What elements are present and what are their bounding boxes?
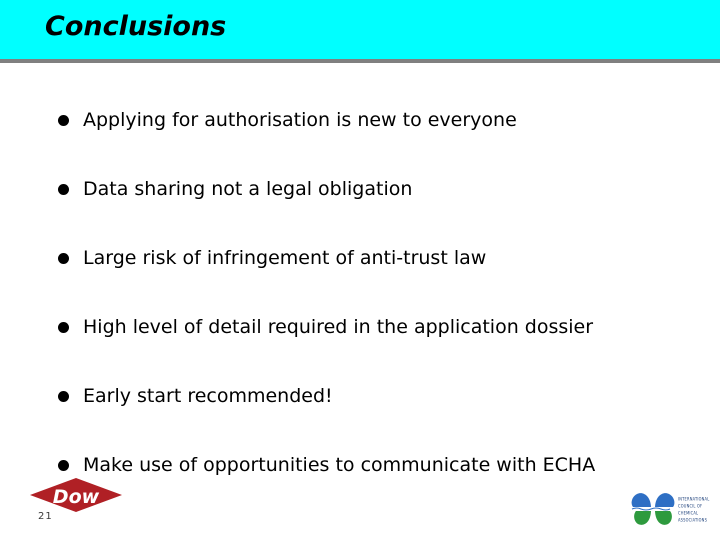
bullet-icon [58,390,69,402]
icca-mark-icon [630,489,676,529]
list-item-label: Data sharing not a legal obligation [83,178,413,200]
icca-line-4: ASSOCIATIONS [678,517,708,522]
list-item-label: Early start recommended! [83,385,333,407]
icca-wordmark: INTERNATIONAL COUNCIL OF CHEMICAL ASSOCI… [678,491,718,527]
list-item-label: Large risk of infringement of anti-trust… [83,247,487,269]
dow-logo: Dow ® [30,478,122,512]
list-item: Early start recommended! [58,381,333,411]
bullet-icon [58,321,69,333]
bullet-icon [58,114,69,126]
list-item: Large risk of infringement of anti-trust… [58,243,486,273]
list-item-label: High level of detail required in the app… [83,316,594,338]
list-item: High level of detail required in the app… [58,312,593,342]
title-divider [0,59,720,63]
svg-text:Dow: Dow [53,486,100,508]
dow-diamond-icon: Dow ® [30,478,122,512]
bullet-icon [58,183,69,195]
list-item: Applying for authorisation is new to eve… [58,105,517,135]
title-band: Conclusions [0,0,720,59]
list-item: Make use of opportunities to communicate… [58,450,595,480]
icca-logo: INTERNATIONAL COUNCIL OF CHEMICAL ASSOCI… [630,489,716,531]
icca-line-2: COUNCIL OF [678,503,703,508]
icca-line-1: INTERNATIONAL [678,496,710,501]
bullet-icon [58,459,69,471]
list-item-label: Make use of opportunities to communicate… [83,454,596,476]
page-number: 21 [38,511,53,522]
page-title: Conclusions [45,11,227,42]
icca-line-3: CHEMICAL [678,510,699,515]
list-item-label: Applying for authorisation is new to eve… [83,109,517,131]
svg-text:®: ® [105,500,111,507]
slide: Conclusions Applying for authorisation i… [0,0,720,540]
bullet-icon [58,252,69,264]
list-item: Data sharing not a legal obligation [58,174,412,204]
